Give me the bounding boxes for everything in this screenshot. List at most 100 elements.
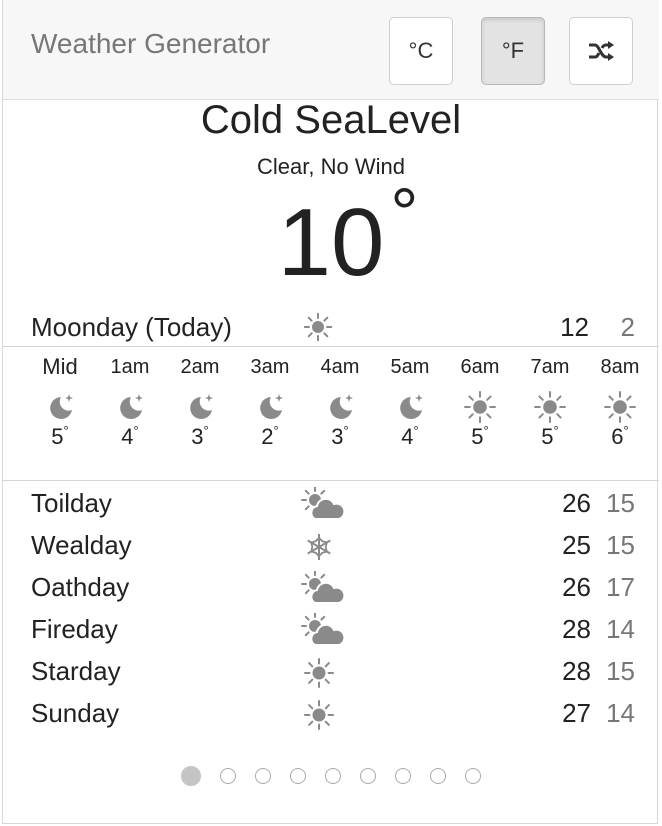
moon-icon: [400, 394, 423, 419]
hour-temperature-value: 4: [401, 424, 414, 449]
shuffle-button[interactable]: [569, 17, 633, 85]
hour-temperature-value: 5: [541, 424, 554, 449]
sun-icon: [304, 658, 334, 688]
degree-symbol: °: [413, 423, 419, 438]
hour-label: 7am: [530, 356, 570, 378]
day-low: 15: [606, 488, 635, 518]
celsius-label: °C: [408, 38, 434, 63]
app-title: Weather Generator: [31, 28, 271, 59]
today-label: Moonday (Today): [31, 312, 232, 342]
hour-column: 7am 5°: [515, 352, 585, 472]
page-dot[interactable]: [465, 768, 481, 784]
fahrenheit-button[interactable]: °F: [481, 17, 545, 85]
day-high: 26: [562, 488, 591, 518]
day-low: 17: [606, 572, 635, 602]
degree-symbol: °: [483, 423, 489, 438]
page-dot[interactable]: [290, 768, 306, 784]
degree-symbol: °: [553, 423, 559, 438]
page-dot[interactable]: [360, 768, 376, 784]
divider: [3, 346, 659, 347]
hour-temperature: 5°: [471, 423, 489, 450]
day-high: 28: [562, 614, 591, 644]
day-low: 14: [606, 614, 635, 644]
page-dot[interactable]: [181, 766, 201, 786]
snowflake-icon: [307, 534, 331, 560]
hour-label: 5am: [390, 356, 430, 378]
today-row: Moonday (Today) 12 2: [3, 306, 659, 348]
hour-temperature-value: 5: [51, 424, 64, 449]
current-temperature: 10 °: [277, 174, 419, 296]
today-low: 2: [620, 312, 635, 342]
hour-temperature: 5°: [51, 423, 69, 450]
hourly-forecast: Mid 5° 1am 4° 2am 3° 3am 2° 4am 3° 5am 4° 6am 5° 7am 5°…: [25, 352, 655, 472]
today-high: 12: [560, 312, 589, 342]
hour-temperature-value: 6: [611, 424, 624, 449]
page-dot[interactable]: [395, 768, 411, 784]
page-dot[interactable]: [255, 768, 271, 784]
divider: [3, 480, 659, 481]
pagination-dots: [181, 766, 500, 786]
hour-label: 8am: [600, 356, 640, 378]
hour-column: 8am 6°: [585, 352, 655, 472]
page-dot[interactable]: [325, 768, 341, 784]
day-row: Wealday 25 15: [3, 526, 659, 568]
hour-temperature: 2°: [261, 423, 278, 450]
day-name: Wealday: [31, 530, 132, 560]
day-row: Fireday 28 14: [3, 610, 659, 652]
hour-temperature: 3°: [191, 423, 209, 450]
hour-temperature: 5°: [541, 423, 559, 450]
hour-label: 4am: [320, 356, 360, 378]
hour-column: 3am 2°: [235, 352, 305, 472]
sun-icon: [303, 312, 333, 342]
page-dot[interactable]: [220, 768, 236, 784]
hour-temperature-value: 3: [331, 424, 344, 449]
fahrenheit-label: °F: [501, 38, 525, 63]
current-conditions: Clear, No Wind: [257, 154, 405, 179]
moon-icon: [190, 394, 213, 419]
day-name: Fireday: [31, 614, 118, 644]
hour-label: 3am: [250, 356, 290, 378]
current-temperature-block: 10 °: [3, 174, 659, 298]
degree-symbol: °: [203, 423, 209, 438]
partly-cloudy-icon: [301, 613, 345, 646]
degree-symbol: °: [343, 423, 349, 438]
day-row: Toilday 26 15: [3, 484, 659, 526]
degree-symbol: °: [623, 423, 629, 438]
celsius-button[interactable]: °C: [389, 17, 453, 85]
hour-column: Mid 5°: [25, 352, 95, 472]
hour-temperature-value: 4: [121, 424, 134, 449]
hour-temperature-value: 3: [191, 424, 204, 449]
moon-icon: [260, 394, 283, 419]
day-name: Sunday: [31, 698, 120, 728]
sun-icon: [304, 700, 334, 730]
hour-temperature-value: 2: [261, 424, 274, 449]
current-temperature-value: 10: [277, 189, 385, 296]
daily-forecast: Toilday 26 15 Wealday 25 15 Oathday 26 17 Fireday…: [3, 484, 659, 736]
hour-label: Mid: [42, 354, 78, 379]
day-high: 27: [562, 698, 591, 728]
hour-column: 6am 5°: [445, 352, 515, 472]
day-low: 14: [606, 698, 635, 728]
hour-column: 1am 4°: [95, 352, 165, 472]
degree-symbol: °: [390, 174, 419, 252]
hour-temperature: 6°: [611, 423, 629, 450]
degree-symbol: °: [63, 423, 69, 438]
day-row: Starday 28 15: [3, 652, 659, 694]
day-high: 26: [562, 572, 591, 602]
moon-icon: [50, 394, 73, 419]
hour-temperature: 3°: [331, 423, 349, 450]
sun-icon: [604, 391, 636, 423]
partly-cloudy-icon: [301, 487, 345, 520]
page-dot[interactable]: [430, 768, 446, 784]
shuffle-icon: [589, 41, 614, 61]
day-high: 28: [562, 656, 591, 686]
hour-column: 4am 3°: [305, 352, 375, 472]
hour-temperature: 4°: [121, 423, 139, 450]
sun-icon: [534, 391, 566, 423]
day-name: Toilday: [31, 488, 112, 518]
day-name: Starday: [31, 656, 121, 686]
degree-symbol: °: [133, 423, 139, 438]
weather-widget: Weather Generator °C °F Cold SeaLevel Cl…: [2, 0, 659, 824]
day-name: Oathday: [31, 572, 130, 602]
hour-label: 1am: [110, 356, 150, 378]
